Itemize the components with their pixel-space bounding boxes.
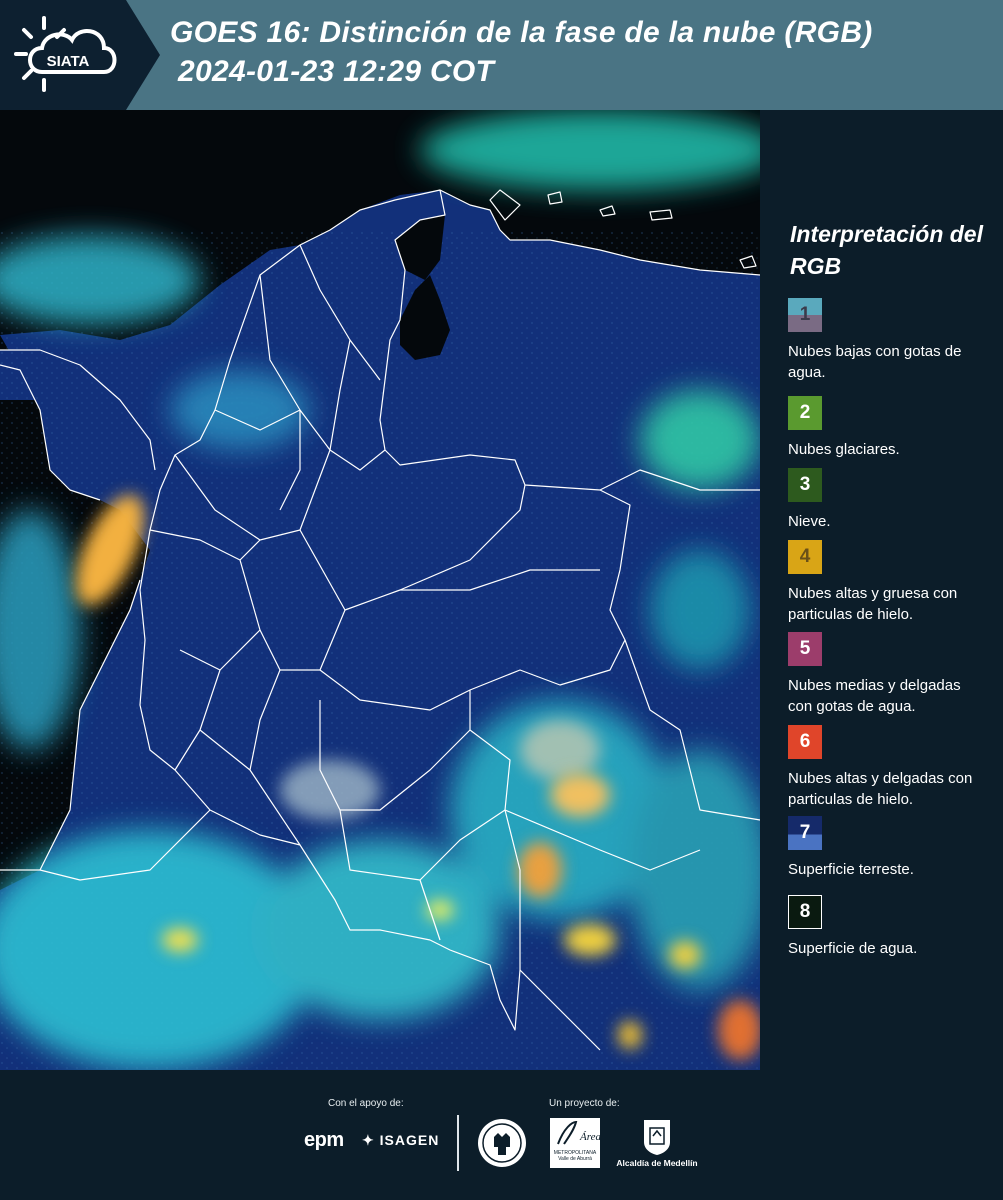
isagen-star-icon: ✦ xyxy=(362,1132,375,1148)
timestamp: 2024-01-23 12:29 COT xyxy=(178,55,495,88)
legend-swatch-6: 6 xyxy=(788,725,822,759)
footer: Con el apoyo de: Un proyecto de: epm ✦ I… xyxy=(0,1070,1003,1200)
medellin-label: Alcaldía de Medellín xyxy=(616,1158,698,1168)
legend-label-4: Nubes altas y gruesa con particulas de h… xyxy=(788,585,958,623)
legend-label-1: Nubes bajas con gotas de agua. xyxy=(788,343,962,381)
legend-number-8: 8 xyxy=(799,901,811,922)
legend-title: Interpretación del RGB xyxy=(790,221,983,279)
medellin-shield-icon xyxy=(644,1120,670,1155)
legend-swatch-1: 1 xyxy=(788,298,822,332)
legend-swatch-7: 7 xyxy=(788,816,822,850)
legend-swatch-3: 3 xyxy=(788,468,822,502)
legend-item-8: 8 Superficie de agua. xyxy=(788,895,988,959)
legend-item-5: 5 Nubes medias y delgadas con gotas de a… xyxy=(788,632,988,717)
legend-number-1: 1 xyxy=(799,304,811,325)
legend-label-3: Nieve. xyxy=(788,513,831,530)
legend-item-4: 4 Nubes altas y gruesa con particulas de… xyxy=(788,540,988,625)
legend-label-2: Nubes glaciares. xyxy=(788,441,900,458)
legend-panel: Interpretación del RGB 1 Nubes bajas con… xyxy=(760,110,1003,1070)
isagen-logo-text: ISAGEN xyxy=(379,1132,440,1148)
legend-number-7: 7 xyxy=(799,822,811,843)
legend-item-6: 6 Nubes altas y delgadas con particulas … xyxy=(788,725,988,810)
legend-number-5: 5 xyxy=(799,638,811,659)
legend-number-2: 2 xyxy=(799,402,811,423)
area-logo-mark-icon: Área Metropolitana Valle de Aburrá xyxy=(557,1120,740,1145)
legend-label-7: Superficie terreste. xyxy=(788,861,914,878)
area-logo-wordmark: Área Metropolitana Valle de Aburrá xyxy=(579,1131,600,1143)
legend-swatch-5: 5 xyxy=(788,632,822,666)
isagen-logo: ✦ ISAGEN xyxy=(362,1132,439,1149)
page-title: GOES 16: Distinción de la fase de la nub… xyxy=(170,16,873,49)
area-logo-caption: METROPOLITANA Valle de Aburrá xyxy=(553,1150,597,1162)
legend-item-7: 7 Superficie terreste. xyxy=(788,816,988,880)
legend-item-2: 2 Nubes glaciares. xyxy=(788,396,988,460)
siata-logo-icon: SIATA xyxy=(14,16,117,92)
siata-logo-text: SIATA xyxy=(47,53,90,70)
logo-panel: SIATA xyxy=(0,0,160,110)
satellite-map xyxy=(0,110,760,1070)
legend-label-8: Superficie de agua. xyxy=(788,940,918,957)
header-bar: SIATA GOES 16: Distinción de la fase de … xyxy=(0,0,1003,110)
legend-swatch-8: 8 xyxy=(788,895,822,929)
support-caption: Con el apoyo de: xyxy=(328,1098,404,1109)
legend-item-3: 3 Nieve. xyxy=(788,468,988,532)
legend-swatch-4: 4 xyxy=(788,540,822,574)
satellite-image xyxy=(0,110,760,1070)
legend-label-5: Nubes medias y delgadas con gotas de agu… xyxy=(788,677,961,715)
legend-swatch-2: 2 xyxy=(788,396,822,430)
siata-seal-icon xyxy=(478,1119,526,1167)
legend-item-1: 1 Nubes bajas con gotas de agua. xyxy=(788,298,988,383)
legend-number-3: 3 xyxy=(799,474,811,495)
footer-divider xyxy=(457,1115,459,1171)
legend-number-4: 4 xyxy=(799,546,811,567)
epm-logo: epm xyxy=(304,1129,344,1151)
area-metropolitana-logo: Área Metropolitana Valle de Aburrá METRO… xyxy=(550,1118,740,1168)
project-caption: Un proyecto de: xyxy=(549,1098,620,1109)
legend-label-6: Nubes altas y delgadas con particulas de… xyxy=(788,770,973,808)
legend-number-6: 6 xyxy=(799,731,811,752)
